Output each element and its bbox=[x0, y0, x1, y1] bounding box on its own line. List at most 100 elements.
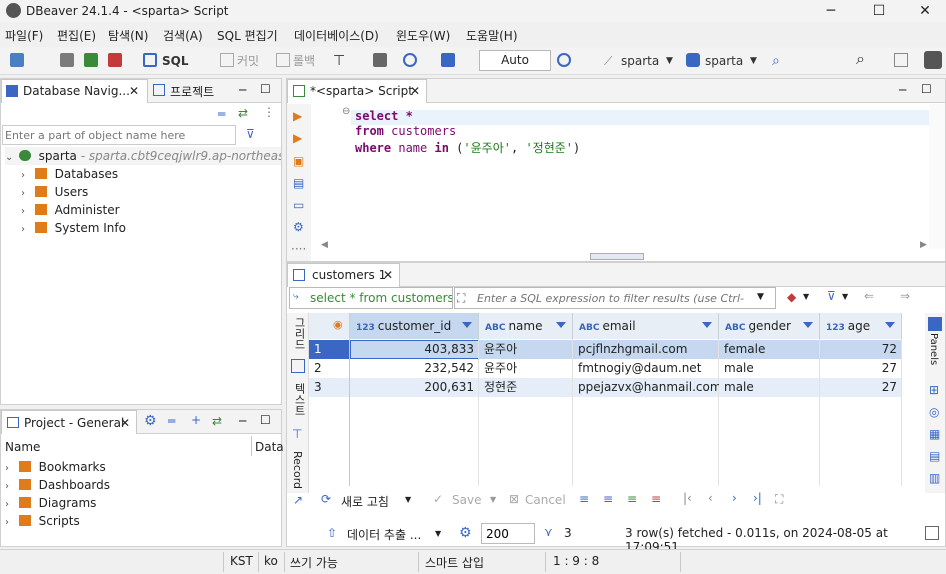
cancel-icon[interactable]: ⊠ bbox=[509, 492, 519, 506]
row-count-icon[interactable]: ⋎ bbox=[544, 525, 553, 539]
last-page-icon[interactable]: ›| bbox=[753, 491, 762, 505]
save-icon[interactable]: ✓ bbox=[433, 492, 443, 506]
column-header-gender[interactable]: ABC gender bbox=[719, 313, 820, 339]
sort-icon[interactable] bbox=[702, 322, 712, 328]
editor-vertical-scrollbar[interactable] bbox=[929, 104, 945, 249]
chevron-down-icon[interactable]: ▼ bbox=[803, 292, 809, 301]
column-header-name[interactable]: Name bbox=[5, 440, 40, 454]
sql-editor-icon[interactable] bbox=[143, 53, 157, 67]
chevron-right-icon[interactable]: › bbox=[5, 514, 15, 532]
sql-line-1[interactable]: select * bbox=[355, 109, 413, 123]
dbeaver-perspective-icon[interactable] bbox=[924, 51, 942, 69]
panels-tab[interactable]: Panels bbox=[928, 333, 939, 365]
record-view-tab[interactable]: Record bbox=[291, 451, 304, 489]
eraser-icon[interactable]: ◆ bbox=[787, 290, 796, 304]
cell-customer-id[interactable]: 403,833 bbox=[350, 340, 479, 359]
tree-item-databases[interactable]: › Databases bbox=[21, 165, 118, 183]
chevron-down-icon[interactable]: ⌄ bbox=[5, 149, 15, 165]
view-menu-icon[interactable]: ⋮ bbox=[263, 105, 275, 119]
row-number[interactable]: 2 bbox=[309, 359, 350, 378]
result-filter-input[interactable] bbox=[477, 289, 747, 307]
cell-age[interactable]: 27 bbox=[820, 378, 902, 397]
forward-icon[interactable]: ⇒ bbox=[900, 289, 910, 303]
maximize-icon[interactable]: ☐ bbox=[921, 82, 932, 96]
expand-filter-icon[interactable]: ⛶ bbox=[457, 291, 465, 306]
refresh-icon[interactable]: ⟳ bbox=[321, 492, 331, 506]
cell-gender[interactable]: male bbox=[719, 359, 820, 378]
column-header-age[interactable]: 123 age bbox=[820, 313, 902, 339]
navigator-filter-input[interactable] bbox=[2, 125, 236, 145]
active-connection-select[interactable]: sparta bbox=[621, 52, 659, 70]
chevron-down-icon[interactable]: ▼ bbox=[490, 495, 496, 504]
add-icon[interactable]: + bbox=[191, 413, 201, 427]
column-header-email[interactable]: ABC email bbox=[573, 313, 719, 339]
export-icon[interactable]: ⇧ bbox=[327, 526, 337, 540]
insert-mode-status[interactable]: 스마트 삽입 bbox=[425, 554, 484, 571]
fetch-all-icon[interactable]: ⛶ bbox=[775, 492, 783, 507]
reconnect-icon[interactable] bbox=[84, 53, 98, 67]
tab-customers-1[interactable]: customers 1 ✕ bbox=[287, 263, 400, 287]
tree-item-connection-sparta[interactable]: ⌄ sparta - sparta.cbt9ceqjwlr9.ap-northe… bbox=[5, 147, 281, 165]
close-button[interactable]: ✕ bbox=[902, 0, 946, 22]
cell-gender[interactable]: female bbox=[719, 340, 820, 359]
lock-icon[interactable] bbox=[373, 53, 387, 67]
edit-row-icon[interactable]: ≡ bbox=[579, 492, 589, 506]
rollback-icon[interactable] bbox=[276, 53, 290, 67]
editor-splitter-handle[interactable] bbox=[590, 253, 644, 260]
history-icon[interactable] bbox=[557, 53, 571, 67]
minimize-icon[interactable]: ─ bbox=[899, 83, 906, 97]
sort-icon[interactable] bbox=[556, 322, 566, 328]
cell-email[interactable]: fmtnogiy@daum.net bbox=[573, 359, 719, 378]
transaction-mode-select[interactable]: Auto bbox=[479, 50, 551, 71]
minimize-icon[interactable]: ─ bbox=[239, 83, 246, 97]
cell-age[interactable]: 27 bbox=[820, 359, 902, 378]
row-number[interactable]: 3 bbox=[309, 378, 350, 397]
cell-customer-id[interactable]: 200,631 bbox=[350, 378, 479, 397]
column-header-customer-id[interactable]: 123 customer_id bbox=[350, 313, 479, 339]
tab-project-general[interactable]: Project - General ✕ bbox=[1, 410, 137, 434]
minimize-icon[interactable]: ─ bbox=[239, 414, 246, 428]
export-data-button[interactable]: 데이터 추출 ... bbox=[347, 526, 421, 543]
properties-icon[interactable]: ⊞ bbox=[929, 383, 939, 397]
tree-item-system-info[interactable]: › System Info bbox=[21, 219, 126, 237]
first-page-icon[interactable]: |‹ bbox=[683, 491, 692, 505]
select-all-icon[interactable]: ◉ bbox=[333, 318, 343, 331]
cell-name[interactable]: 윤주아 bbox=[479, 359, 573, 378]
filter-history-icon[interactable]: ▼ bbox=[757, 292, 764, 302]
maximize-icon[interactable]: ☐ bbox=[260, 413, 271, 427]
cell-email[interactable]: pcjflnzhgmail.com bbox=[573, 340, 719, 359]
sort-icon[interactable] bbox=[885, 322, 895, 328]
terminal-icon[interactable]: ▭ bbox=[293, 198, 304, 212]
sql-line-2[interactable]: from customers bbox=[355, 124, 456, 138]
fetch-size-input[interactable] bbox=[481, 523, 535, 544]
cancel-button[interactable]: Cancel bbox=[525, 493, 566, 507]
menu-edit[interactable]: 편집(E) bbox=[57, 27, 96, 44]
more-icon[interactable]: ···· bbox=[291, 242, 306, 256]
sort-icon[interactable] bbox=[803, 322, 813, 328]
previous-page-icon[interactable]: ‹ bbox=[708, 491, 713, 505]
perspective-icon[interactable] bbox=[894, 53, 908, 67]
tree-item-users[interactable]: › Users bbox=[21, 183, 88, 201]
tree-item-administer[interactable]: › Administer bbox=[21, 201, 120, 219]
search-icon[interactable]: ⌕ bbox=[772, 52, 780, 70]
refresh-button[interactable]: 새로 고침 bbox=[341, 493, 389, 510]
link-icon[interactable]: ⇄ bbox=[212, 414, 222, 428]
disconnect-icon[interactable] bbox=[108, 53, 122, 67]
rollback-button[interactable]: 롤백 bbox=[293, 52, 315, 70]
delete-row-icon[interactable]: ≡ bbox=[651, 492, 661, 506]
collapse-all-icon[interactable]: ═ bbox=[218, 107, 225, 121]
gear-icon[interactable]: ⚙ bbox=[459, 525, 472, 541]
menu-search[interactable]: 검색(A) bbox=[163, 27, 203, 44]
commit-button[interactable]: 커밋 bbox=[237, 52, 259, 70]
fold-icon[interactable]: ⊖ bbox=[342, 106, 350, 117]
close-icon[interactable]: ✕ bbox=[129, 84, 139, 98]
save-button[interactable]: Save bbox=[452, 493, 481, 507]
explain-plan-icon[interactable]: ▤ bbox=[293, 176, 304, 190]
settings-icon[interactable]: ⚙ bbox=[293, 220, 304, 234]
new-connection-icon[interactable] bbox=[10, 53, 24, 67]
menu-file[interactable]: 파일(F) bbox=[5, 27, 43, 44]
filter-icon[interactable]: ⊽ bbox=[246, 127, 255, 141]
commit-icon[interactable] bbox=[220, 53, 234, 67]
tab-database-navigator[interactable]: Database Navig... ✕ bbox=[1, 79, 148, 103]
tab-sparta-script[interactable]: *<sparta> Script ✕ bbox=[287, 79, 427, 103]
